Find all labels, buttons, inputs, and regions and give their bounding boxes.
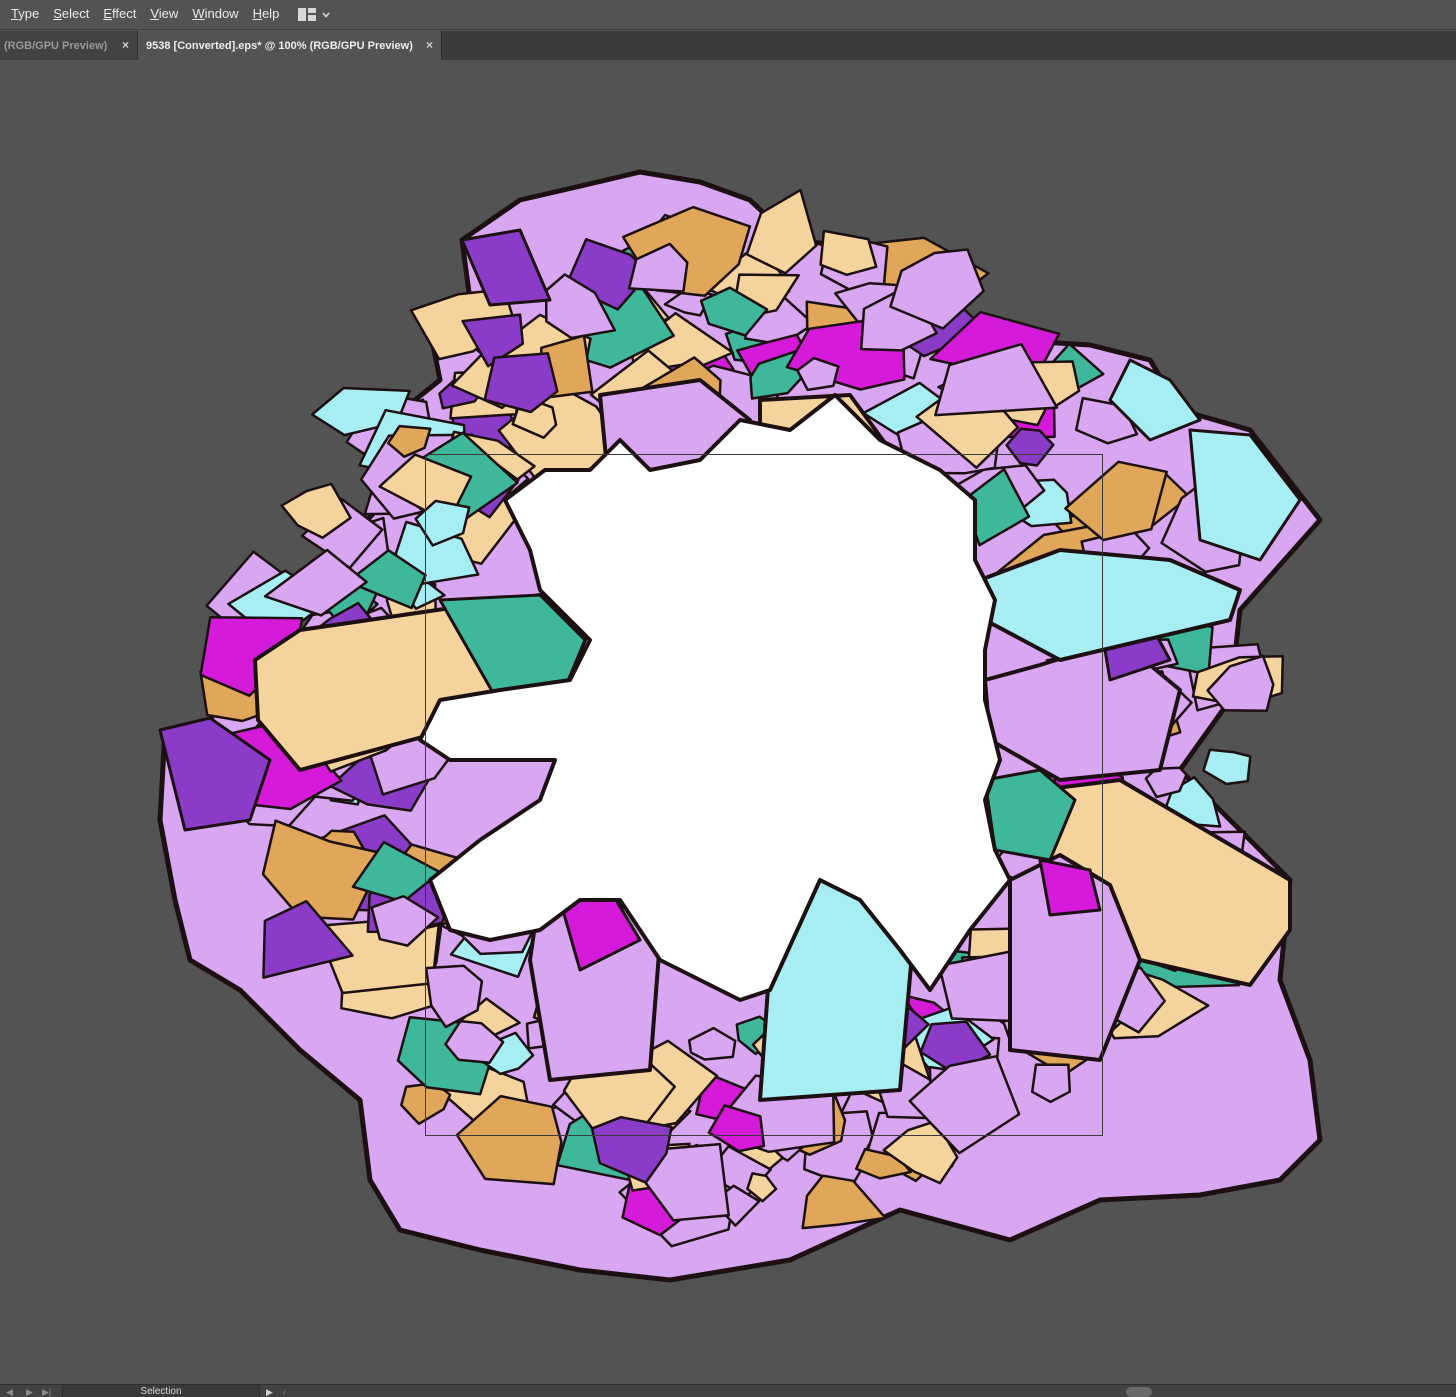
chevron-left-icon[interactable]: ◀	[6, 1385, 13, 1397]
menu-window[interactable]: Window	[185, 0, 245, 30]
document-canvas[interactable]	[0, 60, 1456, 1384]
menu-view[interactable]: View	[143, 0, 185, 30]
play-icon[interactable]: ▶	[266, 1385, 273, 1397]
menu-bar: Type Select Effect View Window Help	[0, 0, 1456, 30]
tab-previous-document[interactable]: (RGB/GPU Preview) ×	[0, 31, 138, 60]
chevron-down-icon	[322, 11, 330, 18]
tab-label: 9538 [Converted].eps* @ 100% (RGB/GPU Pr…	[146, 39, 413, 52]
menu-type[interactable]: Type	[4, 0, 46, 30]
play-icon[interactable]: ▶	[26, 1385, 33, 1397]
grid-layout-icon	[298, 8, 317, 21]
tab-active-document[interactable]: 9538 [Converted].eps* @ 100% (RGB/GPU Pr…	[138, 31, 442, 60]
status-bar: ◀ ▶ ▶| Selection ▶ ‹	[0, 1384, 1456, 1397]
menu-help[interactable]: Help	[246, 0, 287, 30]
crystal-wreath-artwork[interactable]	[0, 60, 1456, 1384]
workspace-switcher[interactable]	[298, 0, 330, 30]
current-tool-label[interactable]: Selection	[62, 1385, 260, 1397]
close-icon[interactable]: ×	[122, 38, 129, 52]
close-icon[interactable]: ×	[426, 38, 433, 52]
tab-label: (RGB/GPU Preview)	[4, 39, 108, 52]
chevron-left-icon[interactable]: ‹	[283, 1385, 286, 1397]
skip-end-icon[interactable]: ▶|	[42, 1385, 51, 1397]
menu-effect[interactable]: Effect	[96, 0, 143, 30]
document-tab-bar: (RGB/GPU Preview) × 9538 [Converted].eps…	[0, 31, 1456, 61]
menu-select[interactable]: Select	[46, 0, 96, 30]
